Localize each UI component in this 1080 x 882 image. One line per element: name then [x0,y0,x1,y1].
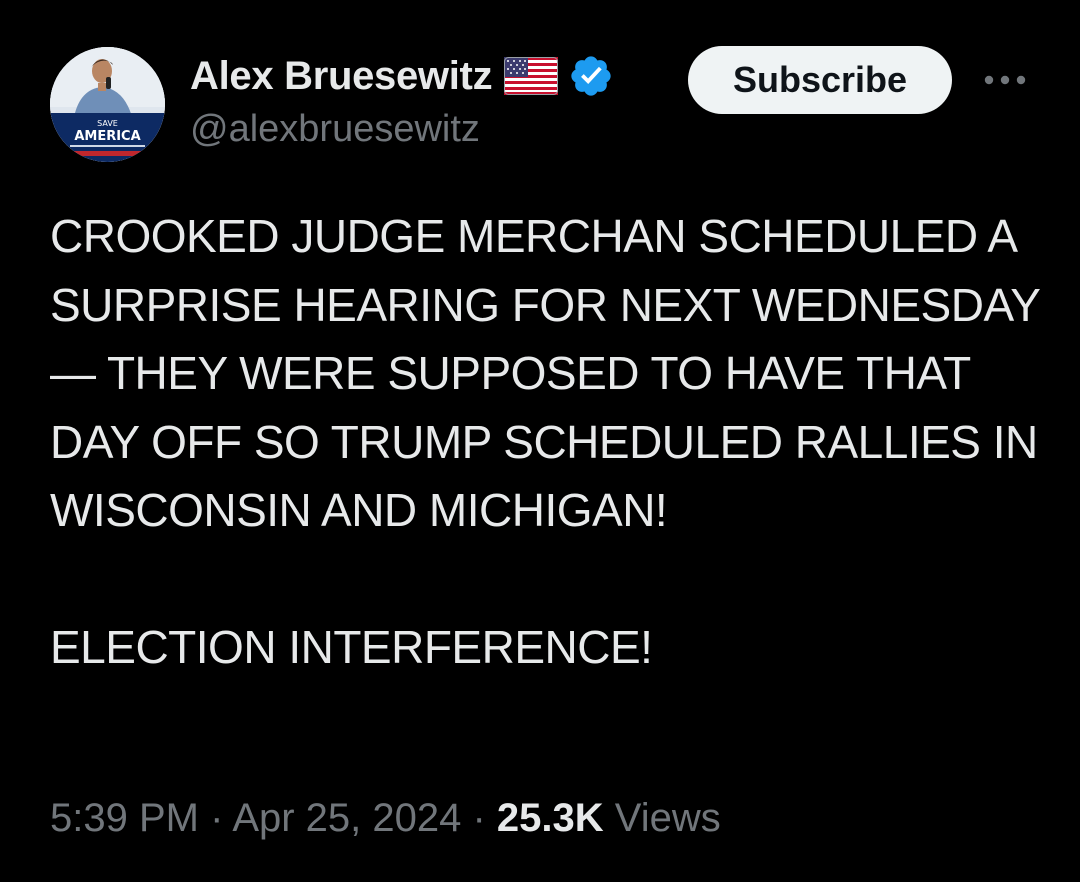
tweet-date[interactable]: Apr 25, 2024 [232,796,461,840]
verified-badge-icon[interactable] [568,53,614,99]
views-label: Views [603,796,721,840]
us-flag-icon [504,57,559,95]
avatar[interactable]: SAVE AMERICA [50,47,165,162]
tweet-text: CROOKED JUDGE MERCHAN SCHEDULED A SURPRI… [50,202,1040,682]
tweet-time[interactable]: 5:39 PM [50,796,199,840]
tweet-meta: 5:39 PM · Apr 25, 2024 · 25.3K Views [50,796,721,841]
tweet-paragraph-1: CROOKED JUDGE MERCHAN SCHEDULED A SURPRI… [50,210,1040,536]
avatar-sign-line2: AMERICA [74,129,140,144]
author-display-name[interactable]: Alex Bruesewitz [190,54,493,99]
avatar-sign-line1: SAVE [97,119,118,128]
tweet-paragraph-2: ELECTION INTERFERENCE! [50,621,653,673]
author-handle[interactable]: @alexbruesewitz [190,108,480,151]
subscribe-button[interactable]: Subscribe [688,46,952,114]
meta-separator: · [461,796,497,840]
meta-separator: · [198,796,233,840]
author-name-row: Alex Bruesewitz [190,50,614,102]
tweet: SAVE AMERICA Alex Bruesewitz @alexbruese… [0,0,1080,882]
views-count: 25.3K [496,796,604,840]
more-icon[interactable] [982,66,1028,94]
avatar-photo: SAVE AMERICA [50,47,165,162]
